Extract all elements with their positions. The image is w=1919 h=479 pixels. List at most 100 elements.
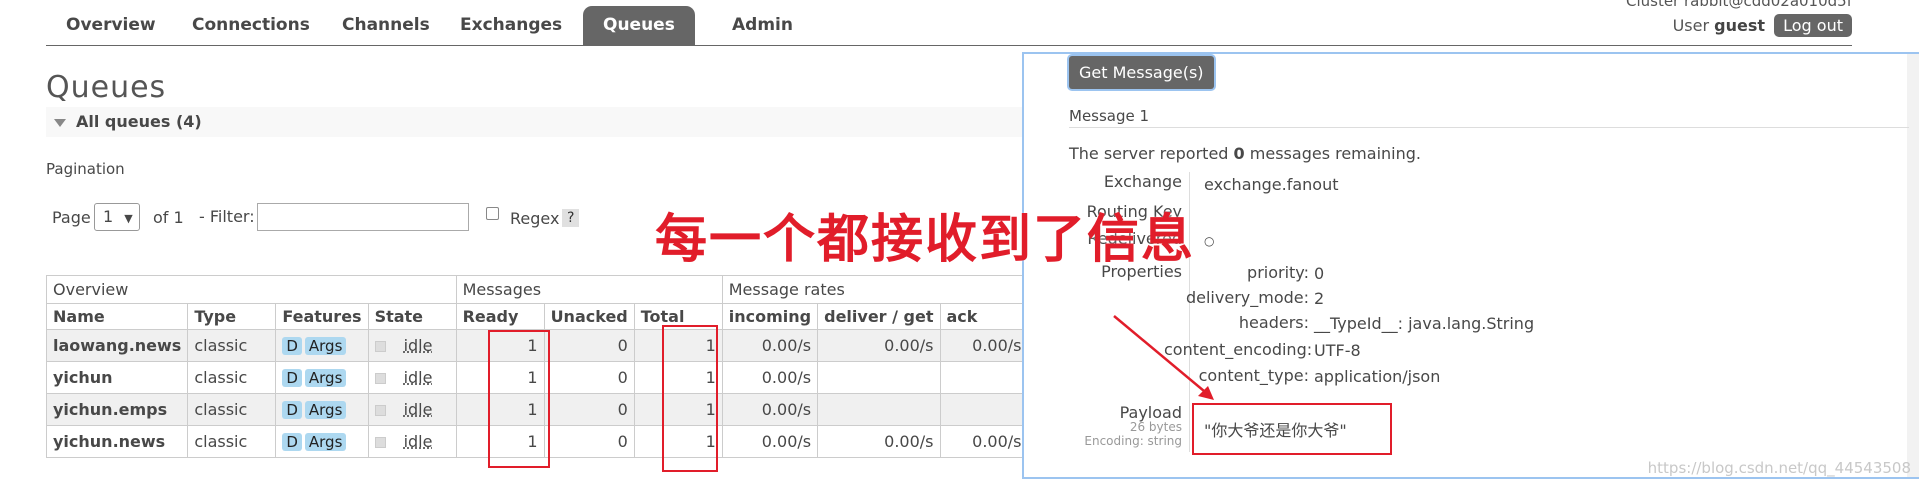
tab-admin[interactable]: Admin — [712, 6, 813, 46]
col-deliver-get[interactable]: deliver / get — [817, 303, 941, 330]
panel-scrollbar[interactable] — [1907, 54, 1919, 477]
prop-value: 0 — [1314, 264, 1325, 283]
payload-encoding: Encoding: string — [1084, 434, 1182, 448]
col-ack[interactable]: ack — [939, 303, 1029, 330]
incoming-rate: 0.00/s — [721, 329, 819, 362]
col-features[interactable]: Features — [275, 303, 369, 330]
deliver-rate — [817, 361, 941, 394]
queue-features: D Args — [275, 329, 369, 362]
filter-input[interactable] — [257, 203, 469, 231]
deliver-rate — [817, 393, 941, 426]
col-state[interactable]: State — [367, 303, 457, 330]
incoming-rate: 0.00/s — [721, 393, 819, 426]
deliver-rate: 0.00/s — [817, 425, 941, 458]
state-indicator-icon — [374, 373, 386, 384]
unacked-count: 0 — [543, 393, 635, 426]
queue-type: classic — [187, 393, 277, 426]
queue-features: D Args — [275, 393, 369, 426]
tab-overview[interactable]: Overview — [46, 6, 176, 46]
queue-name-link[interactable]: yichun.news — [45, 425, 189, 458]
state-indicator-icon — [374, 341, 386, 352]
queue-type: classic — [187, 425, 277, 458]
group-header-messages: Messages — [455, 275, 723, 304]
col-ready[interactable]: Ready — [455, 303, 545, 330]
user-name: guest — [1714, 16, 1766, 35]
tab-channels[interactable]: Channels — [322, 6, 450, 46]
filter-label: - Filter: — [199, 207, 255, 226]
cluster-label: Cluster rabbit@cdd02a010d5f — [1625, 0, 1852, 10]
queue-state: idle — [367, 361, 457, 394]
queue-name-link[interactable]: yichun — [45, 361, 189, 394]
group-header-overview: Overview — [46, 275, 457, 304]
feature-durable-badge: D — [282, 401, 302, 419]
queue-state: idle — [367, 393, 457, 426]
page-select[interactable]: 1 ▼ — [94, 203, 140, 231]
exchange-value: exchange.fanout — [1204, 175, 1339, 194]
state-text: idle — [403, 432, 433, 451]
redelivered-indicator-icon: ○ — [1204, 234, 1215, 248]
feature-durable-badge: D — [282, 433, 302, 451]
prop-value: application/json — [1314, 367, 1441, 386]
queue-features: D Args — [275, 425, 369, 458]
incoming-rate: 0.00/s — [721, 361, 819, 394]
state-text: idle — [403, 336, 433, 355]
remaining-suffix: messages remaining. — [1249, 144, 1421, 163]
state-text: idle — [403, 400, 433, 419]
queue-type: classic — [187, 329, 277, 362]
red-arrow-icon — [1113, 315, 1214, 400]
payload-highlight-box — [1192, 403, 1392, 455]
logout-button[interactable]: Log out — [1774, 14, 1852, 37]
tab-queues[interactable]: Queues — [583, 6, 695, 46]
col-incoming[interactable]: incoming — [721, 303, 819, 330]
deliver-rate: 0.00/s — [817, 329, 941, 362]
tab-exchanges[interactable]: Exchanges — [440, 6, 582, 46]
total-highlight-box — [662, 325, 718, 472]
all-queues-toggle[interactable]: All queues (4) — [46, 107, 1026, 137]
queue-name-link[interactable]: laowang.news — [45, 329, 189, 362]
prop-value: UTF-8 — [1314, 341, 1361, 360]
regex-label: Regex — [510, 209, 560, 228]
message-title: Message 1 — [1069, 107, 1150, 125]
state-indicator-icon — [374, 437, 386, 448]
message-divider — [1069, 127, 1909, 128]
prop-key: delivery_mode: — [1185, 288, 1309, 307]
page-select-value: 1 — [103, 207, 114, 226]
ack-rate — [939, 361, 1029, 394]
regex-checkbox[interactable] — [486, 207, 499, 220]
ack-rate — [939, 393, 1029, 426]
group-header-message-rates: Message rates — [721, 275, 1029, 304]
ack-rate: 0.00/s — [939, 425, 1029, 458]
page-label: Page — [52, 208, 91, 227]
col-unacked[interactable]: Unacked — [543, 303, 635, 330]
tab-connections[interactable]: Connections — [172, 6, 330, 46]
incoming-rate: 0.00/s — [721, 425, 819, 458]
chevron-down-icon: ▼ — [124, 212, 133, 225]
payload-bytes: 26 bytes — [1129, 420, 1182, 434]
watermark: https://blog.csdn.net/qq_44543508 — [1647, 459, 1911, 477]
collapse-triangle-icon — [54, 118, 66, 127]
feature-args-badge: Args — [304, 401, 347, 419]
queue-name-link[interactable]: yichun.emps — [45, 393, 189, 426]
pagination-label: Pagination — [46, 160, 125, 178]
col-type[interactable]: Type — [187, 303, 277, 330]
queue-features: D Args — [275, 361, 369, 394]
user-box: User guest Log out — [1673, 14, 1852, 37]
help-icon[interactable]: ? — [562, 209, 580, 227]
ready-highlight-box — [488, 330, 550, 468]
prop-value: __TypeId__: java.lang.String — [1314, 314, 1535, 333]
feature-durable-badge: D — [282, 337, 302, 355]
feature-args-badge: Args — [304, 369, 347, 387]
get-messages-button[interactable]: Get Message(s) — [1069, 56, 1214, 89]
state-text: idle — [403, 368, 433, 387]
unacked-count: 0 — [543, 361, 635, 394]
feature-args-badge: Args — [304, 337, 347, 355]
exchange-label: Exchange — [1103, 172, 1182, 191]
page-title: Queues — [46, 70, 167, 105]
col-name[interactable]: Name — [45, 303, 189, 330]
unacked-count: 0 — [543, 425, 635, 458]
section-title: All queues (4) — [76, 112, 202, 131]
remaining-count: 0 — [1233, 144, 1245, 163]
unacked-count: 0 — [543, 329, 635, 362]
prop-value: 2 — [1314, 289, 1325, 308]
page-of-label: of 1 — [153, 208, 184, 227]
